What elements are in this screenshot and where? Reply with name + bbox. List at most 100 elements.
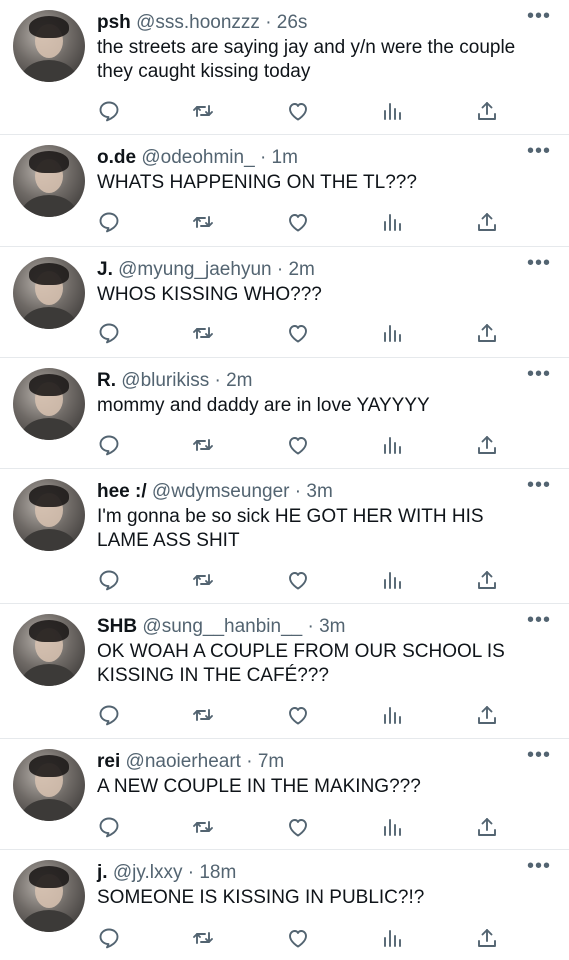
like-icon[interactable] <box>286 703 310 727</box>
tweet-header: J. @myung_jaehyun · 2m <box>97 258 519 282</box>
like-icon[interactable] <box>286 210 310 234</box>
retweet-icon[interactable] <box>191 703 215 727</box>
reply-icon[interactable] <box>97 210 121 234</box>
more-icon[interactable]: ••• <box>527 253 551 273</box>
like-icon[interactable] <box>286 568 310 592</box>
tweet-text: mommy and daddy are in love YAYYYY <box>97 395 430 416</box>
tweet[interactable]: SHB @sung__hanbin__ · 3m ••• OK WOAH A C… <box>0 604 569 739</box>
like-icon[interactable] <box>286 321 310 345</box>
tweet-header: SHB @sung__hanbin__ · 3m <box>97 615 519 639</box>
display-name[interactable]: psh <box>97 12 131 33</box>
views-icon[interactable] <box>380 815 404 839</box>
more-icon[interactable]: ••• <box>527 745 551 765</box>
like-icon[interactable] <box>286 433 310 457</box>
tweet[interactable]: psh @sss.hoonzzz · 26s ••• the streets a… <box>0 0 569 135</box>
more-icon[interactable]: ••• <box>527 141 551 161</box>
timestamp[interactable]: 3m <box>319 616 345 637</box>
avatar[interactable] <box>13 614 85 686</box>
display-name[interactable]: hee :/ <box>97 481 147 502</box>
retweet-icon[interactable] <box>191 99 215 123</box>
like-icon[interactable] <box>286 99 310 123</box>
timestamp[interactable]: 3m <box>306 481 332 502</box>
more-icon[interactable]: ••• <box>527 6 551 26</box>
tweet-text: WHATS HAPPENING ON THE TL??? <box>97 172 417 193</box>
retweet-icon[interactable] <box>191 210 215 234</box>
username[interactable]: @sung__hanbin__ <box>142 616 302 637</box>
username[interactable]: @naoierheart <box>126 751 241 772</box>
timestamp[interactable]: 18m <box>199 862 236 883</box>
timestamp[interactable]: 1m <box>272 147 298 168</box>
reply-icon[interactable] <box>97 703 121 727</box>
reply-icon[interactable] <box>97 99 121 123</box>
views-icon[interactable] <box>380 321 404 345</box>
tweet-header: j. @jy.lxxy · 18m <box>97 861 519 885</box>
share-icon[interactable] <box>475 568 499 592</box>
tweet-text: OK WOAH A COUPLE FROM OUR SCHOOL IS KISS… <box>97 641 505 686</box>
timestamp[interactable]: 7m <box>258 751 284 772</box>
retweet-icon[interactable] <box>191 926 215 950</box>
views-icon[interactable] <box>380 926 404 950</box>
timestamp[interactable]: 26s <box>277 12 308 33</box>
reply-icon[interactable] <box>97 815 121 839</box>
like-icon[interactable] <box>286 815 310 839</box>
avatar[interactable] <box>13 368 85 440</box>
retweet-icon[interactable] <box>191 815 215 839</box>
action-bar <box>97 568 517 592</box>
tweet[interactable]: o.de @odeohmin_ · 1m ••• WHATS HAPPENING… <box>0 135 569 247</box>
avatar[interactable] <box>13 749 85 821</box>
reply-icon[interactable] <box>97 433 121 457</box>
timestamp[interactable]: 2m <box>226 370 252 391</box>
display-name[interactable]: rei <box>97 751 120 772</box>
action-bar <box>97 815 517 839</box>
share-icon[interactable] <box>475 815 499 839</box>
tweet[interactable]: J. @myung_jaehyun · 2m ••• WHOS KISSING … <box>0 247 569 358</box>
tweet[interactable]: j. @jy.lxxy · 18m ••• SOMEONE IS KISSING… <box>0 850 569 960</box>
username[interactable]: @sss.hoonzzz <box>136 12 260 33</box>
share-icon[interactable] <box>475 321 499 345</box>
username[interactable]: @jy.lxxy <box>113 862 183 883</box>
more-icon[interactable]: ••• <box>527 610 551 630</box>
display-name[interactable]: o.de <box>97 147 136 168</box>
share-icon[interactable] <box>475 926 499 950</box>
avatar[interactable] <box>13 145 85 217</box>
views-icon[interactable] <box>380 99 404 123</box>
like-icon[interactable] <box>286 926 310 950</box>
share-icon[interactable] <box>475 210 499 234</box>
views-icon[interactable] <box>380 703 404 727</box>
timestamp[interactable]: 2m <box>288 259 314 280</box>
more-icon[interactable]: ••• <box>527 475 551 495</box>
username[interactable]: @wdymseunger <box>152 481 290 502</box>
avatar[interactable] <box>13 257 85 329</box>
tweet[interactable]: hee :/ @wdymseunger · 3m ••• I'm gonna b… <box>0 469 569 604</box>
share-icon[interactable] <box>475 703 499 727</box>
views-icon[interactable] <box>380 210 404 234</box>
retweet-icon[interactable] <box>191 433 215 457</box>
username[interactable]: @odeohmin_ <box>141 147 254 168</box>
action-bar <box>97 433 517 457</box>
username[interactable]: @myung_jaehyun <box>118 259 271 280</box>
display-name[interactable]: SHB <box>97 616 137 637</box>
username[interactable]: @blurikiss <box>121 370 209 391</box>
avatar[interactable] <box>13 860 85 932</box>
views-icon[interactable] <box>380 568 404 592</box>
retweet-icon[interactable] <box>191 568 215 592</box>
display-name[interactable]: R. <box>97 370 116 391</box>
tweet[interactable]: R. @blurikiss · 2m ••• mommy and daddy a… <box>0 358 569 469</box>
reply-icon[interactable] <box>97 568 121 592</box>
avatar[interactable] <box>13 10 85 82</box>
tweet-text: WHOS KISSING WHO??? <box>97 284 322 305</box>
retweet-icon[interactable] <box>191 321 215 345</box>
display-name[interactable]: J. <box>97 259 113 280</box>
reply-icon[interactable] <box>97 926 121 950</box>
share-icon[interactable] <box>475 99 499 123</box>
more-icon[interactable]: ••• <box>527 364 551 384</box>
tweet[interactable]: rei @naoierheart · 7m ••• A NEW COUPLE I… <box>0 739 569 850</box>
share-icon[interactable] <box>475 433 499 457</box>
more-icon[interactable]: ••• <box>527 856 551 876</box>
tweet-header: R. @blurikiss · 2m <box>97 369 519 393</box>
separator: · <box>246 751 253 772</box>
reply-icon[interactable] <box>97 321 121 345</box>
avatar[interactable] <box>13 479 85 551</box>
display-name[interactable]: j. <box>97 862 108 883</box>
views-icon[interactable] <box>380 433 404 457</box>
